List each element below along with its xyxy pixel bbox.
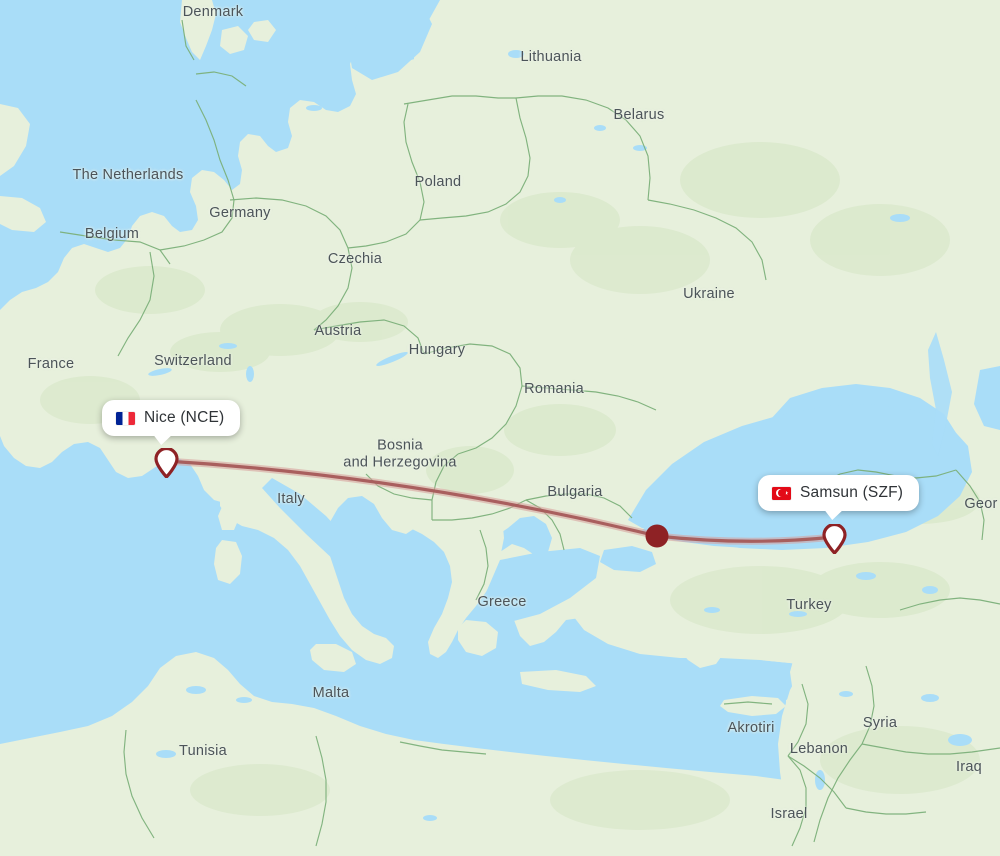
water-lake-15 [186, 686, 206, 694]
water-lake-garda [246, 366, 254, 382]
water-lake-12 [789, 611, 807, 617]
pin-outline [822, 524, 847, 554]
water-lake-constance [219, 343, 237, 349]
samsun-callout-label: Samsun (SZF) [800, 484, 904, 501]
flight-route-map[interactable]: Denmark Lithuania Belarus The Netherland… [0, 0, 1000, 856]
pin-outline [154, 448, 179, 478]
nice-callout-label: Nice (NCE) [144, 409, 225, 426]
flag-france-icon [116, 411, 135, 425]
water-lake-14 [423, 815, 437, 821]
destination-marker-pin-samsun[interactable] [822, 524, 847, 554]
water-lake-11 [922, 586, 938, 594]
water-lake-8 [921, 694, 939, 702]
water-lake-5 [554, 197, 566, 203]
route-waypoint-istanbul[interactable] [645, 524, 669, 548]
flag-turkey-icon [772, 486, 791, 500]
samsun-callout[interactable]: Samsun (SZF) [758, 475, 920, 520]
water-lake-10 [856, 572, 876, 580]
water-lake-13 [704, 607, 720, 613]
water-lake-4 [306, 105, 322, 111]
water-lake-1 [508, 50, 524, 58]
origin-marker-pin-nice[interactable] [154, 448, 179, 478]
water-lake-6 [890, 214, 910, 222]
nice-callout[interactable]: Nice (NCE) [102, 400, 241, 445]
water-lake-2 [594, 125, 606, 131]
water-lake-7 [948, 734, 972, 746]
water-lake-17 [156, 750, 176, 758]
water-lake-9 [839, 691, 853, 697]
water-lake-18 [815, 770, 825, 790]
water-lake-16 [236, 697, 252, 703]
